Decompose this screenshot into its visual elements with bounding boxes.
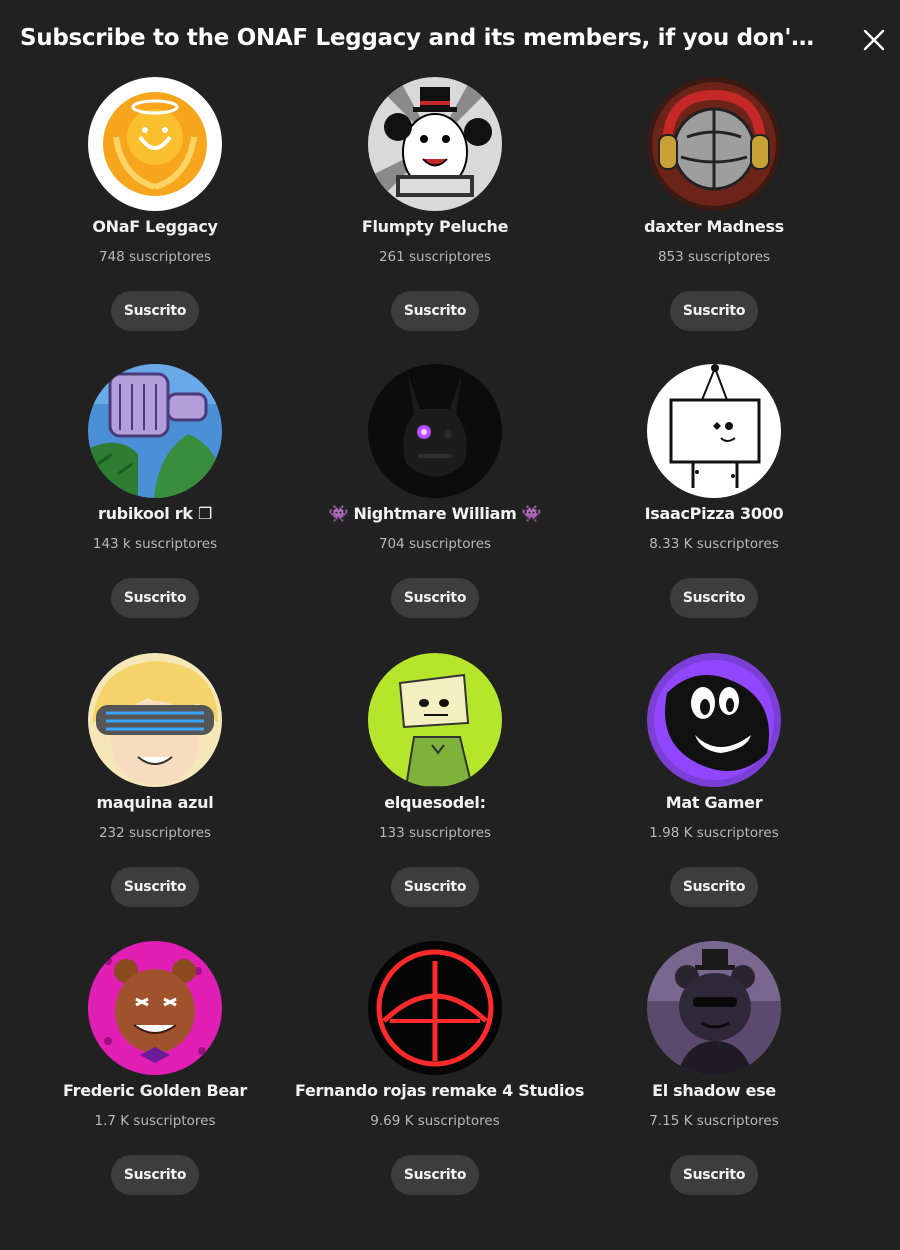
channel-avatar[interactable] (647, 364, 781, 498)
channel-avatar[interactable] (647, 941, 781, 1075)
channel-name[interactable]: rubikool rk ❒ (15, 504, 295, 523)
channel-card: Flumpty Peluche 261 suscriptores Suscrit… (295, 77, 575, 347)
subscriber-count: 1.7 K suscriptores (94, 1113, 216, 1129)
channel-grid: ONaF Leggacy 748 suscriptores Suscrito F (0, 0, 900, 1250)
channel-card: rubikool rk ❒ 143 k suscriptores Suscrit… (15, 364, 295, 634)
subscriber-count: 261 suscriptores (378, 249, 492, 265)
channel-card: maquina azul 232 suscriptores Suscrito (15, 653, 295, 923)
channel-name[interactable]: Frederic Golden Bear (15, 1081, 295, 1100)
channel-card: Mat Gamer 1.98 K suscriptores Suscrito (574, 653, 854, 923)
subscriber-count: 853 suscriptores (657, 249, 771, 265)
channel-name[interactable]: ONaF Leggacy (15, 217, 295, 236)
channel-avatar[interactable] (88, 77, 222, 211)
channel-name[interactable]: 👾 Nightmare William 👾 (295, 504, 575, 523)
subscriber-count: 7.15 K suscriptores (649, 1113, 779, 1129)
subscribed-button[interactable]: Suscrito (670, 578, 758, 618)
channel-name[interactable]: maquina azul (15, 793, 295, 812)
channel-card: daxter Madness 853 suscriptores Suscrito (574, 77, 854, 347)
subscriber-count: 1.98 K suscriptores (649, 825, 779, 841)
subscriber-count: 133 suscriptores (378, 825, 492, 841)
channel-card: elquesodel: 133 suscriptores Suscrito (295, 653, 575, 923)
subscribed-button[interactable]: Suscrito (391, 1155, 479, 1195)
subscribed-button[interactable]: Suscrito (111, 1155, 199, 1195)
channel-avatar[interactable] (647, 653, 781, 787)
subscribed-button[interactable]: Suscrito (391, 578, 479, 618)
channel-name[interactable]: Mat Gamer (574, 793, 854, 812)
channel-avatar[interactable] (88, 364, 222, 498)
channel-avatar[interactable] (368, 941, 502, 1075)
channel-card: ONaF Leggacy 748 suscriptores Suscrito (15, 77, 295, 347)
channel-avatar[interactable] (88, 653, 222, 787)
subscribed-button[interactable]: Suscrito (670, 291, 758, 331)
channel-card: Frederic Golden Bear 1.7 K suscriptores … (15, 941, 295, 1211)
subscribed-button[interactable]: Suscrito (391, 291, 479, 331)
subscriber-count: 704 suscriptores (378, 536, 492, 552)
channel-name[interactable]: El shadow ese (574, 1081, 854, 1100)
channel-card: El shadow ese 7.15 K suscriptores Suscri… (574, 941, 854, 1211)
channel-name[interactable]: elquesodel: (295, 793, 575, 812)
subscribed-button[interactable]: Suscrito (111, 867, 199, 907)
subscriber-count: 8.33 K suscriptores (649, 536, 779, 552)
subscriber-count: 9.69 K suscriptores (370, 1113, 500, 1129)
subscribed-button[interactable]: Suscrito (670, 867, 758, 907)
channel-avatar[interactable] (647, 77, 781, 211)
subscribed-button[interactable]: Suscrito (111, 291, 199, 331)
subscribed-button[interactable]: Suscrito (391, 867, 479, 907)
channel-name[interactable]: daxter Madness (574, 217, 854, 236)
channel-card: Fernando rojas remake 4 Studios 9.69 K s… (295, 941, 584, 1211)
channel-name[interactable]: Fernando rojas remake 4 Studios (295, 1081, 584, 1100)
subscribed-button[interactable]: Suscrito (111, 578, 199, 618)
subscribed-button[interactable]: Suscrito (670, 1155, 758, 1195)
subscriber-count: 748 suscriptores (98, 249, 212, 265)
channel-avatar[interactable] (88, 941, 222, 1075)
channel-card: 👾 Nightmare William 👾 704 suscriptores S… (295, 364, 575, 634)
channel-avatar[interactable] (368, 77, 502, 211)
subscriber-count: 232 suscriptores (98, 825, 212, 841)
channel-avatar[interactable] (368, 364, 502, 498)
subscriber-count: 143 k suscriptores (92, 536, 218, 552)
channel-name[interactable]: IsaacPizza 3000 (574, 504, 854, 523)
channel-avatar[interactable] (368, 653, 502, 787)
channel-name[interactable]: Flumpty Peluche (295, 217, 575, 236)
channel-card: IsaacPizza 3000 8.33 K suscriptores Susc… (574, 364, 854, 634)
